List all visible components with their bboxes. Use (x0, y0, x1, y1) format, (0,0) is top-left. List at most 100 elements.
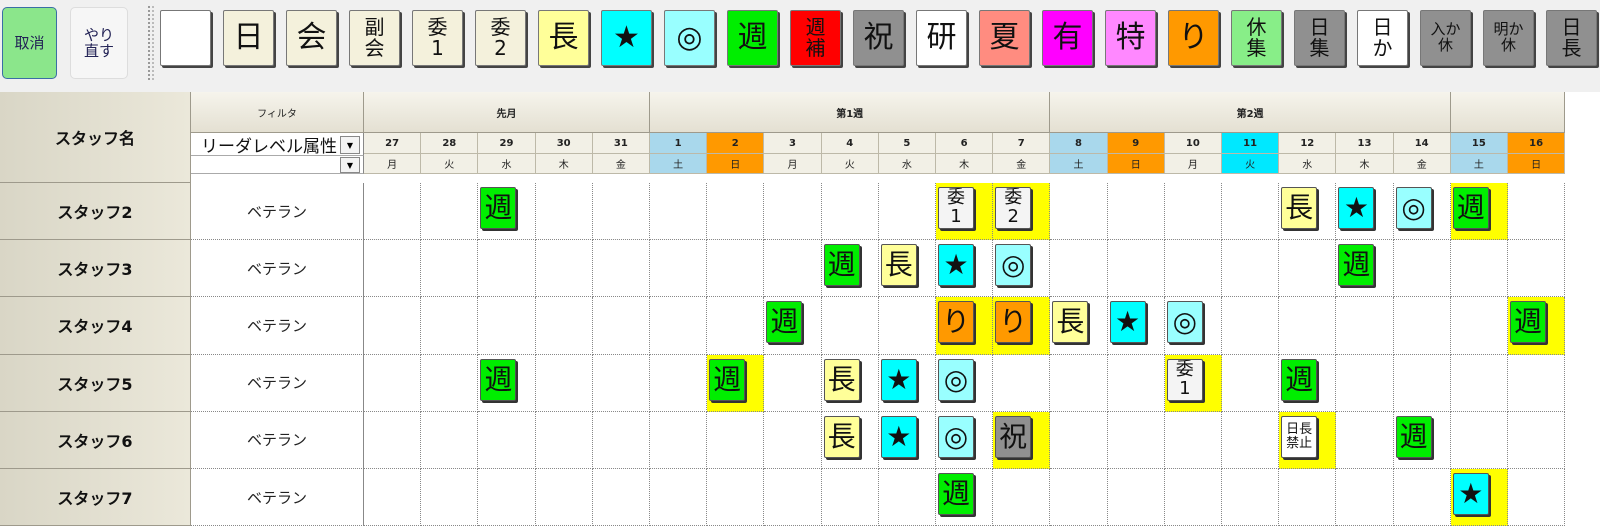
schedule-cell[interactable] (1107, 183, 1165, 241)
shift-chip[interactable]: ★ (880, 358, 917, 401)
staff-name[interactable]: スタッフ7 (0, 469, 191, 527)
tool-button[interactable] (160, 10, 211, 66)
schedule-cell[interactable] (707, 297, 765, 355)
schedule-cell[interactable] (764, 411, 822, 469)
schedule-cell[interactable] (478, 411, 536, 469)
shift-chip[interactable]: 週 (766, 301, 803, 344)
staff-name[interactable]: スタッフ5 (0, 354, 191, 412)
schedule-cell[interactable] (1508, 354, 1566, 412)
schedule-cell[interactable] (535, 354, 593, 412)
schedule-cell[interactable] (764, 469, 822, 527)
schedule-cell[interactable] (764, 240, 822, 298)
shift-chip[interactable]: ★ (1452, 473, 1489, 515)
schedule-cell[interactable] (364, 297, 422, 355)
staff-name-header[interactable]: スタッフ名 (0, 92, 191, 183)
tool-button[interactable]: 委 1 (412, 10, 463, 66)
schedule-cell[interactable] (364, 411, 422, 469)
schedule-cell[interactable] (1508, 411, 1566, 469)
schedule-cell[interactable] (421, 411, 479, 469)
schedule-cell[interactable] (421, 297, 479, 355)
shift-chip[interactable]: 週 (1395, 415, 1432, 458)
shift-chip[interactable]: 長 (823, 358, 860, 401)
tool-button[interactable]: 夏 (979, 10, 1030, 66)
schedule-cell[interactable] (1050, 469, 1108, 527)
redo-button[interactable]: やり直す (70, 7, 128, 79)
tool-button[interactable]: ★ (601, 10, 652, 66)
shift-chip[interactable]: ★ (938, 244, 974, 287)
shift-chip[interactable]: 長 (823, 415, 860, 458)
tool-button[interactable]: 研 (916, 10, 967, 66)
schedule-cell[interactable] (364, 354, 422, 412)
shift-chip[interactable]: ◎ (1395, 187, 1432, 229)
schedule-cell[interactable] (650, 411, 708, 469)
schedule-cell[interactable] (592, 297, 650, 355)
schedule-cell[interactable] (878, 469, 936, 527)
schedule-cell[interactable] (1164, 183, 1222, 241)
schedule-cell[interactable] (1336, 469, 1394, 527)
shift-chip[interactable]: 長 (880, 244, 917, 287)
schedule-cell[interactable] (364, 240, 422, 298)
schedule-cell[interactable] (1164, 240, 1222, 298)
schedule-cell[interactable] (764, 354, 822, 412)
schedule-cell[interactable] (1279, 297, 1337, 355)
schedule-cell[interactable] (421, 469, 479, 527)
shift-chip[interactable]: 週 (1338, 244, 1375, 287)
chevron-down-icon[interactable]: ▼ (340, 157, 360, 173)
schedule-cell[interactable] (821, 297, 879, 355)
tool-button[interactable]: 日 か (1357, 10, 1408, 66)
shift-chip[interactable]: ◎ (995, 244, 1032, 287)
chevron-down-icon[interactable]: ▼ (340, 136, 360, 154)
schedule-cell[interactable] (707, 469, 765, 527)
schedule-cell[interactable] (1164, 469, 1222, 527)
tool-button[interactable]: 日 集 (1294, 10, 1345, 66)
schedule-cell[interactable] (821, 469, 879, 527)
shift-chip[interactable]: り (995, 301, 1032, 344)
schedule-cell[interactable] (1222, 297, 1280, 355)
schedule-cell[interactable] (1222, 183, 1280, 241)
tool-button[interactable]: 有 (1042, 10, 1093, 66)
schedule-cell[interactable] (1393, 297, 1451, 355)
shift-chip[interactable]: 委 1 (938, 187, 974, 229)
schedule-cell[interactable] (478, 297, 536, 355)
staff-name[interactable]: スタッフ2 (0, 183, 191, 241)
schedule-cell[interactable] (592, 411, 650, 469)
schedule-cell[interactable] (535, 297, 593, 355)
schedule-cell[interactable] (878, 183, 936, 241)
schedule-cell[interactable] (478, 240, 536, 298)
shift-chip[interactable]: 週 (823, 244, 860, 287)
schedule-cell[interactable] (478, 469, 536, 527)
shift-chip[interactable]: 祝 (995, 415, 1032, 458)
tool-button[interactable]: 副 会 (349, 10, 400, 66)
schedule-cell[interactable] (993, 469, 1051, 527)
schedule-cell[interactable] (1393, 354, 1451, 412)
schedule-cell[interactable] (1050, 411, 1108, 469)
schedule-cell[interactable] (364, 469, 422, 527)
shift-chip[interactable]: 委 2 (995, 187, 1032, 229)
shift-chip[interactable]: 週 (1510, 301, 1546, 344)
leader-level-filter[interactable]: リーダレベル属性 (191, 133, 364, 156)
schedule-cell[interactable] (421, 240, 479, 298)
schedule-cell[interactable] (650, 469, 708, 527)
shift-chip[interactable]: り (938, 301, 974, 344)
tool-button[interactable]: 週 (727, 10, 778, 66)
shift-chip[interactable]: 週 (709, 358, 746, 401)
schedule-cell[interactable] (1450, 354, 1508, 412)
tool-button[interactable]: 会 (286, 10, 337, 66)
schedule-cell[interactable] (1279, 469, 1337, 527)
schedule-cell[interactable] (707, 183, 765, 241)
schedule-cell[interactable] (650, 240, 708, 298)
schedule-cell[interactable] (1222, 469, 1280, 527)
schedule-cell[interactable] (421, 354, 479, 412)
tool-button[interactable]: 委 2 (475, 10, 526, 66)
schedule-cell[interactable] (707, 411, 765, 469)
schedule-cell[interactable] (1222, 411, 1280, 469)
shift-chip[interactable]: 週 (1281, 358, 1318, 401)
shift-chip[interactable]: 週 (938, 473, 974, 515)
schedule-cell[interactable] (535, 240, 593, 298)
schedule-cell[interactable] (1450, 240, 1508, 298)
tool-button[interactable]: 明か 休 (1483, 10, 1534, 66)
schedule-cell[interactable] (878, 297, 936, 355)
shift-chip[interactable]: ★ (1109, 301, 1146, 344)
schedule-cell[interactable] (535, 469, 593, 527)
schedule-cell[interactable] (1393, 469, 1451, 527)
